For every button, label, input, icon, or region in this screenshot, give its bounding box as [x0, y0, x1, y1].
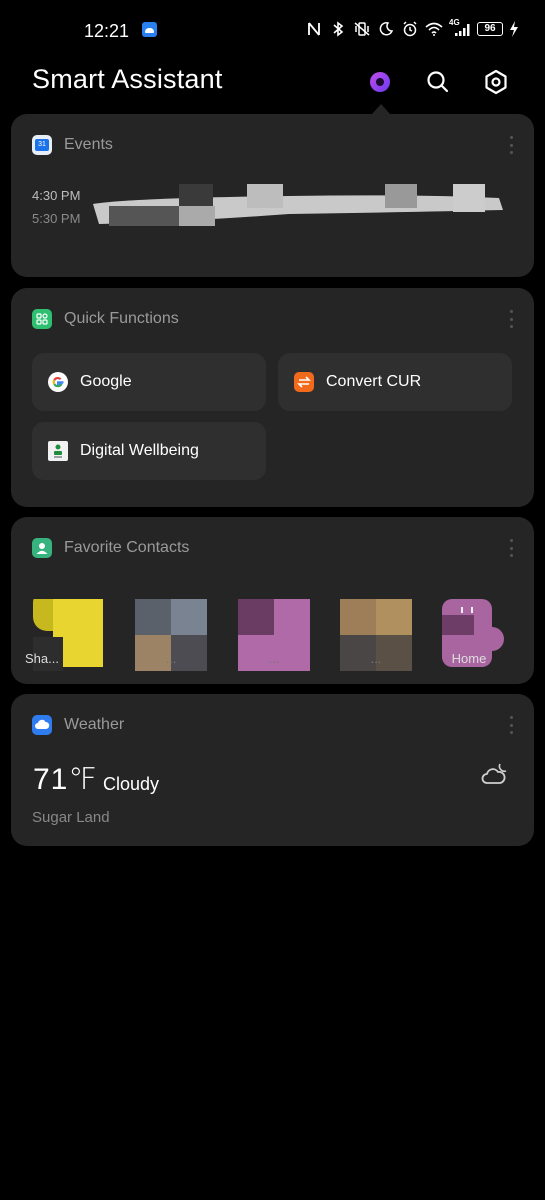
quick-function-label: Google: [80, 373, 132, 390]
network-type: 4G: [449, 18, 460, 27]
google-icon: [48, 372, 68, 392]
search-button[interactable]: [421, 65, 455, 99]
wifi-icon: [425, 20, 443, 38]
events-title: Events: [64, 136, 113, 153]
bluetooth-icon: [329, 20, 347, 38]
event-start-time: 4:30 PM: [32, 188, 81, 203]
contact-name: ...: [165, 651, 177, 666]
partly-cloudy-night-icon: [480, 760, 510, 790]
status-time: 12:21: [84, 21, 130, 41]
settings-button[interactable]: [479, 65, 513, 99]
event-title-redacted[interactable]: [89, 178, 507, 226]
cloud-notification-icon: [142, 22, 157, 37]
contact-name: Home: [451, 651, 487, 666]
weather-temperature: 71℉: [33, 763, 98, 796]
weather-card[interactable]: Weather 71℉ Cloudy Sugar Land: [11, 694, 534, 846]
contact-name: Sha...: [25, 651, 59, 666]
favorite-contacts-header: Favorite Contacts: [32, 538, 189, 558]
weather-app-icon: [32, 715, 52, 735]
settings-icon: [485, 69, 507, 95]
events-header: 31 Events: [32, 135, 113, 155]
quick-function-convert-currency[interactable]: Convert CUR: [278, 353, 512, 411]
events-card[interactable]: 31 Events 4:30 PM 5:30 PM: [11, 114, 534, 277]
nfc-icon: [305, 20, 323, 38]
contact-name: ...: [268, 651, 280, 666]
assistant-orb-icon: [370, 72, 390, 92]
weather-location: Sugar Land: [32, 809, 110, 826]
contacts-icon: [32, 538, 52, 558]
status-bar: 12:21 4G 96: [0, 0, 545, 60]
events-more-icon[interactable]: [508, 136, 514, 154]
assistant-orb-button[interactable]: [363, 65, 397, 99]
signal-icon: 4G: [449, 18, 471, 38]
weather-more-icon[interactable]: [508, 716, 514, 734]
battery-icon: 96: [477, 22, 503, 36]
weather-condition: Cloudy: [103, 774, 160, 794]
moon-icon: [377, 20, 395, 38]
quick-function-label: Digital Wellbeing: [80, 442, 199, 459]
quick-functions-card: Quick Functions Google Convert CUR Digit…: [11, 288, 534, 507]
favorite-contacts-card: Favorite Contacts Sha... ... ... ... Hom…: [11, 517, 534, 684]
favorite-contacts-more-icon[interactable]: [508, 539, 514, 557]
quick-functions-header: Quick Functions: [32, 309, 179, 329]
weather-title: Weather: [64, 716, 125, 733]
quick-function-digital-wellbeing[interactable]: Digital Wellbeing: [32, 422, 266, 480]
favorite-contacts-title: Favorite Contacts: [64, 539, 190, 556]
contact-name: ...: [370, 651, 382, 666]
digital-wellbeing-icon: [48, 441, 68, 461]
quick-functions-title: Quick Functions: [64, 310, 179, 327]
event-end-time: 5:30 PM: [32, 211, 81, 226]
assistant-pointer: [372, 104, 390, 114]
search-icon: [427, 71, 449, 93]
alarm-icon: [401, 20, 419, 38]
convert-currency-icon: [294, 372, 314, 392]
vibrate-icon: [353, 20, 371, 38]
quick-function-label: Convert CUR: [326, 373, 422, 390]
charging-icon: [509, 20, 519, 38]
weather-header: Weather: [32, 715, 124, 735]
quick-functions-icon: [32, 309, 52, 329]
quick-function-google[interactable]: Google: [32, 353, 266, 411]
page-title: Smart Assistant: [32, 64, 223, 94]
calendar-icon: 31: [32, 135, 52, 155]
status-icons: 4G 96: [305, 18, 519, 38]
quick-functions-more-icon[interactable]: [508, 310, 514, 328]
